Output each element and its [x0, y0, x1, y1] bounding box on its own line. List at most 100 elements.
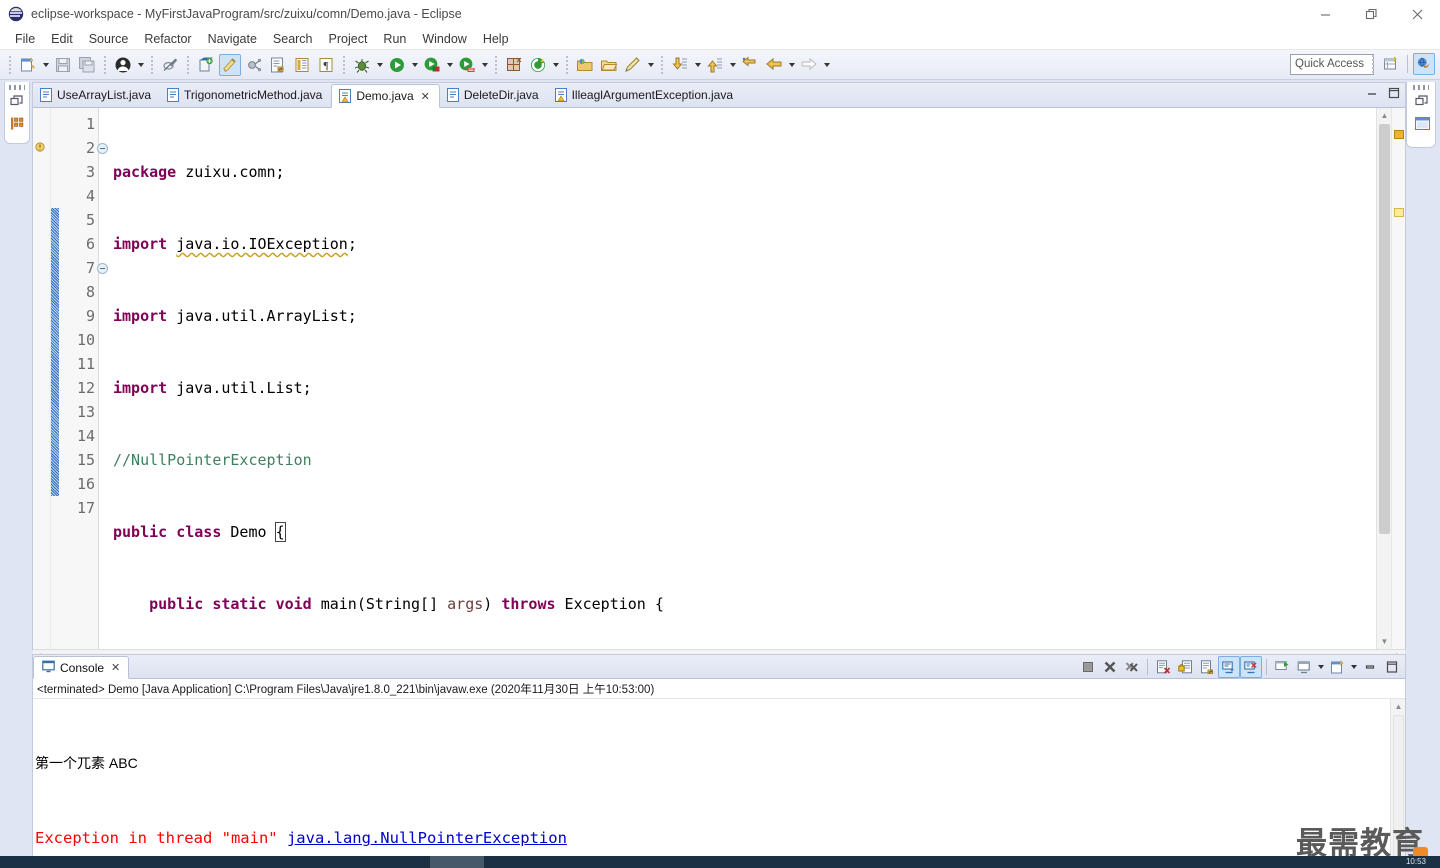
restore-minimized-icon[interactable]: [5, 90, 29, 112]
back-icon[interactable]: [763, 54, 785, 76]
line-number: 2: [59, 136, 108, 160]
previous-annotation-icon[interactable]: [704, 54, 726, 76]
new-java-project-icon[interactable]: [195, 54, 217, 76]
scrollbar-thumb[interactable]: [1379, 124, 1390, 534]
forward-icon[interactable]: [798, 54, 820, 76]
console-output-area[interactable]: 第一个兀素 ABC Exception in thread "main" jav…: [33, 698, 1405, 868]
scroll-lock-icon[interactable]: [1218, 656, 1240, 678]
show-console-on-output-icon[interactable]: [1240, 656, 1262, 678]
last-edit-location-icon[interactable]: [739, 54, 761, 76]
run-icon[interactable]: [386, 54, 408, 76]
maximize-button[interactable]: [1348, 0, 1394, 28]
editor-tab-demo[interactable]: Demo.java ✕: [331, 84, 440, 108]
display-selected-console-dropdown[interactable]: [1315, 656, 1326, 678]
open-folder-icon[interactable]: [598, 54, 620, 76]
show-whitespace-icon[interactable]: ¶: [315, 54, 337, 76]
save-all-icon[interactable]: [76, 54, 98, 76]
editor-tab-usearraylist[interactable]: UseArrayList.java: [33, 83, 160, 107]
new-java-class-icon[interactable]: [219, 53, 241, 76]
remove-all-terminated-icon[interactable]: [1121, 656, 1143, 678]
scroll-down-icon[interactable]: ▼: [1377, 634, 1392, 649]
skip-breakpoints-icon[interactable]: [159, 54, 181, 76]
scroll-up-icon[interactable]: ▲: [1391, 699, 1406, 714]
run-coverage-icon[interactable]: [421, 54, 443, 76]
debug-dropdown[interactable]: [374, 54, 385, 76]
minimize-button[interactable]: [1302, 0, 1348, 28]
source-editor[interactable]: 1 2 3 4 5 6 7 8 9 10 11 12 13 14 15 16 1: [33, 108, 1405, 649]
run-dropdown[interactable]: [409, 54, 420, 76]
previous-annotation-dropdown[interactable]: [727, 54, 738, 76]
console-tab[interactable]: Console ✕: [33, 656, 130, 679]
restore-minimized-icon[interactable]: [1410, 90, 1434, 112]
save-icon[interactable]: [52, 54, 74, 76]
user-profile-icon[interactable]: [112, 54, 134, 76]
new-annotation-icon[interactable]: [243, 54, 265, 76]
back-dropdown[interactable]: [786, 54, 797, 76]
open-type-icon[interactable]: [527, 54, 549, 76]
code-content[interactable]: package zuixu.comn; import java.io.IOExc…: [99, 108, 1376, 649]
warning-marker[interactable]: [34, 140, 48, 154]
editor-vertical-scrollbar[interactable]: ▲ ▼: [1376, 108, 1391, 649]
close-button[interactable]: [1394, 0, 1440, 28]
next-annotation-icon[interactable]: [669, 54, 691, 76]
new-wizard-icon[interactable]: [17, 54, 39, 76]
menu-file[interactable]: File: [7, 30, 43, 48]
remove-launch-icon[interactable]: [1099, 656, 1121, 678]
editor-tab-deletedir[interactable]: DeleteDir.java: [440, 83, 548, 107]
open-console-icon[interactable]: [1326, 656, 1348, 678]
new-wizard-dropdown[interactable]: [40, 54, 51, 76]
toolbar-group-navigation: [668, 54, 832, 76]
menu-window[interactable]: Window: [414, 30, 474, 48]
menu-refactor[interactable]: Refactor: [136, 30, 199, 48]
open-console-dropdown[interactable]: [1348, 656, 1359, 678]
pencil-edit-dropdown[interactable]: [645, 54, 656, 76]
package-explorer-icon[interactable]: [5, 112, 29, 134]
editor-tab-label: IlleaglArgumentException.java: [571, 88, 734, 102]
menu-project[interactable]: Project: [321, 30, 376, 48]
highlight-overview-marker[interactable]: [1394, 208, 1404, 217]
terminate-icon[interactable]: [1077, 656, 1099, 678]
close-icon[interactable]: ✕: [421, 90, 430, 103]
warning-overview-marker[interactable]: [1394, 130, 1404, 139]
maximize-icon[interactable]: [1381, 656, 1403, 678]
menu-run[interactable]: Run: [375, 30, 414, 48]
quick-access-input[interactable]: Quick Access: [1290, 54, 1374, 75]
menu-help[interactable]: Help: [475, 30, 517, 48]
overview-ruler[interactable]: [1391, 108, 1405, 649]
run-external-tools-dropdown[interactable]: [479, 54, 490, 76]
editor-tab-illeaglargumentexception[interactable]: IlleaglArgumentException.java: [548, 83, 742, 107]
open-perspective-icon[interactable]: [1380, 53, 1402, 75]
menu-search[interactable]: Search: [265, 30, 321, 48]
clear-console-icon[interactable]: [1152, 656, 1174, 678]
new-package-icon[interactable]: [503, 54, 525, 76]
lock-scroll-icon[interactable]: [1174, 656, 1196, 678]
java-perspective-icon[interactable]: [1413, 53, 1435, 75]
close-icon[interactable]: ✕: [111, 661, 120, 674]
taskbar-active-item[interactable]: [430, 856, 484, 868]
display-selected-console-icon[interactable]: [1293, 656, 1315, 678]
next-annotation-dropdown[interactable]: [692, 54, 703, 76]
outline-view-icon[interactable]: [1410, 112, 1434, 134]
minimize-icon[interactable]: [1365, 86, 1379, 104]
forward-dropdown[interactable]: [821, 54, 832, 76]
user-profile-dropdown[interactable]: [135, 54, 146, 76]
scroll-up-icon[interactable]: ▲: [1377, 108, 1392, 123]
open-resource-icon[interactable]: [574, 54, 596, 76]
debug-icon[interactable]: [351, 54, 373, 76]
toggle-block-selection-icon[interactable]: [291, 54, 313, 76]
open-task-icon[interactable]: [267, 54, 289, 76]
editor-tab-trigonometricmethod[interactable]: TrigonometricMethod.java: [160, 83, 331, 107]
annotation-ruler[interactable]: [33, 108, 51, 649]
run-coverage-dropdown[interactable]: [444, 54, 455, 76]
exception-link[interactable]: java.lang.NullPointerException: [287, 829, 567, 847]
menu-edit[interactable]: Edit: [43, 30, 81, 48]
menu-source[interactable]: Source: [81, 30, 137, 48]
open-type-dropdown[interactable]: [550, 54, 561, 76]
word-wrap-icon[interactable]: [1196, 656, 1218, 678]
maximize-icon[interactable]: [1387, 86, 1401, 104]
menu-navigate[interactable]: Navigate: [200, 30, 265, 48]
pencil-edit-icon[interactable]: [622, 54, 644, 76]
minimize-icon[interactable]: [1359, 656, 1381, 678]
run-external-tools-icon[interactable]: [456, 54, 478, 76]
pin-console-icon[interactable]: [1271, 656, 1293, 678]
